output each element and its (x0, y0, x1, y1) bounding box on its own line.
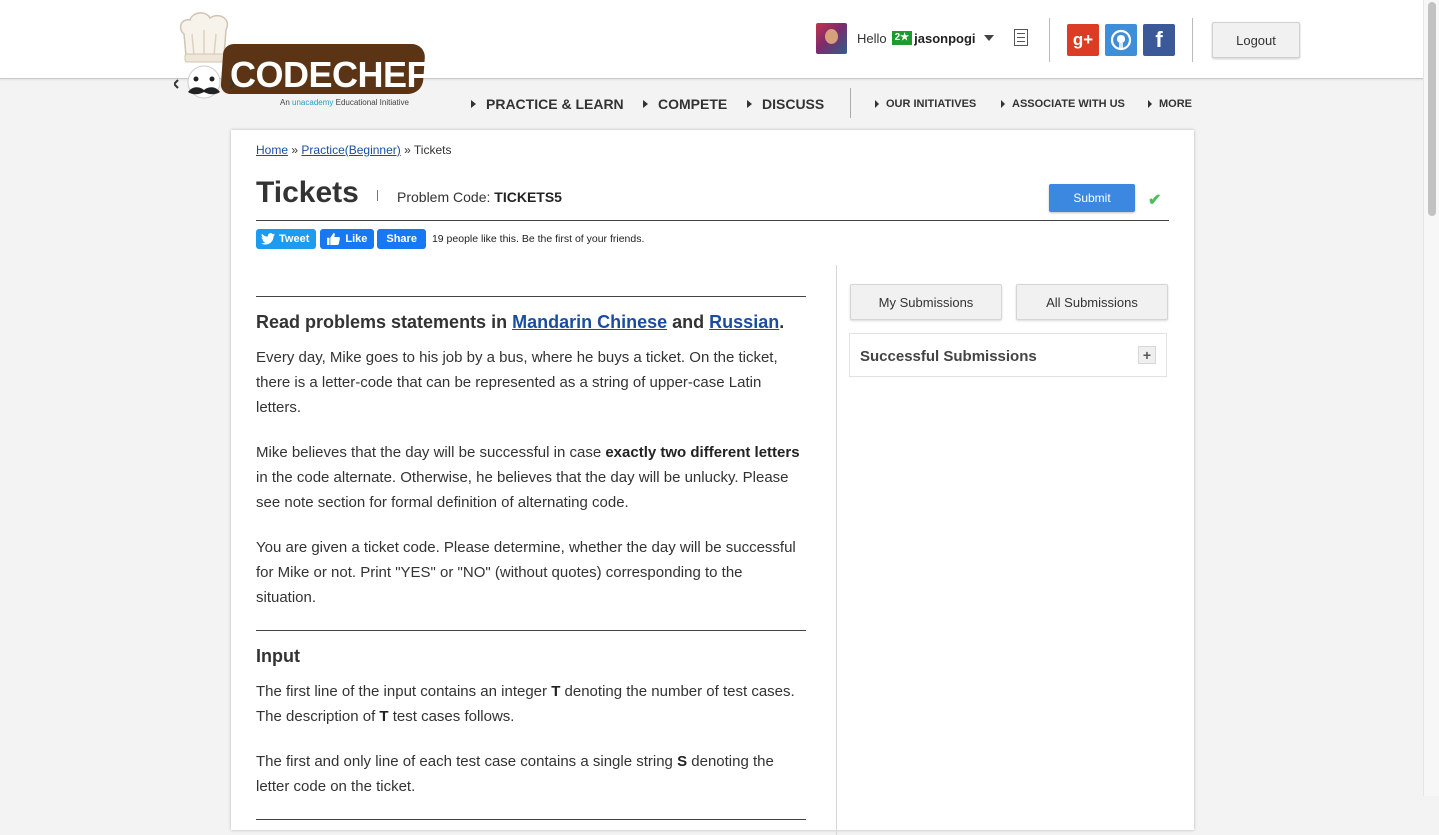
input-paragraph-1: The first line of the input contains an … (256, 679, 806, 729)
statement-paragraph-2: Mike believes that the day will be succe… (256, 440, 806, 515)
successful-submissions-panel[interactable]: Successful Submissions + (849, 333, 1167, 377)
input-paragraph-2: The first and only line of each test cas… (256, 749, 806, 799)
breadcrumb-separator: » (291, 143, 299, 157)
triangle-right-icon (747, 100, 752, 108)
nav-our-initiatives[interactable]: OUR INITIATIVES (875, 94, 976, 114)
page-title: Tickets (256, 176, 359, 209)
breadcrumb-practice[interactable]: Practice(Beginner) (301, 143, 400, 157)
bold-span: S (677, 753, 688, 770)
breadcrumb-home[interactable]: Home (256, 143, 288, 157)
nav-label: PRACTICE & LEARN (486, 96, 624, 112)
title-divider (377, 190, 378, 201)
triangle-right-icon (471, 100, 476, 108)
triangle-right-icon (1001, 100, 1005, 108)
section-rule (256, 630, 806, 631)
tagline-suffix: Educational Initiative (335, 98, 410, 107)
greeting-text: Hello (857, 30, 887, 46)
problem-code-value: TICKETS5 (494, 189, 562, 205)
twitter-bird-icon (261, 233, 275, 245)
nav-discuss[interactable]: DISCUSS (747, 94, 824, 114)
link-russian[interactable]: Russian (709, 312, 779, 332)
expand-plus-icon[interactable]: + (1138, 346, 1156, 364)
problem-card: Home » Practice(Beginner) » Tickets Tick… (231, 130, 1194, 835)
bold-span: exactly two different letters (605, 444, 800, 461)
section-rule (256, 819, 806, 820)
statement-paragraph-3: You are given a ticket code. Please dete… (256, 539, 796, 606)
statement-paragraph-1: Every day, Mike goes to his job by a bus… (256, 349, 778, 416)
nav-label: MORE (1159, 98, 1192, 110)
nav-associate-with-us[interactable]: ASSOCIATE WITH US (1001, 94, 1125, 114)
user-menu[interactable]: Hello 2★ jasonpogi (816, 22, 994, 54)
breadcrumb: Home » Practice(Beginner) » Tickets (256, 143, 451, 157)
facebook-icon[interactable]: f (1143, 24, 1175, 56)
read-prefix: Read problems statements in (256, 312, 508, 332)
notes-icon[interactable] (1014, 29, 1028, 46)
breadcrumb-separator: » (404, 143, 411, 157)
chef-face-icon (174, 65, 234, 99)
and-text: and (672, 312, 705, 332)
check-icon: ✔ (1148, 192, 1162, 209)
share-bar: Tweet Like Share 19 people like this. Be… (256, 229, 644, 249)
link-mandarin-chinese[interactable]: Mandarin Chinese (512, 312, 667, 332)
divider (1192, 18, 1193, 62)
tweet-label: Tweet (279, 233, 310, 245)
triangle-right-icon (1148, 100, 1152, 108)
like-count-text: 19 people like this. Be the first of you… (431, 233, 645, 245)
nav-label: OUR INITIATIVES (886, 98, 977, 110)
bold-span: T (551, 683, 561, 700)
triangle-right-icon (643, 100, 648, 108)
nav-more[interactable]: MORE (1148, 94, 1192, 114)
page-scrollbar[interactable] (1423, 0, 1439, 796)
nav-practice-learn[interactable]: PRACTICE & LEARN (471, 94, 624, 114)
section-rule (256, 296, 806, 297)
facebook-like-button[interactable]: Like (320, 229, 375, 249)
text-span: Mike believes that the day will be succe… (256, 444, 602, 461)
problem-code-label: Problem Code: (397, 189, 491, 205)
tweet-button[interactable]: Tweet (256, 229, 317, 249)
breadcrumb-current: Tickets (413, 143, 452, 157)
bold-span: T (379, 708, 389, 725)
divider (1049, 18, 1050, 62)
problem-code: Problem Code: TICKETS5 (397, 189, 562, 205)
chevron-down-icon[interactable] (983, 35, 994, 41)
rating-badge: 2★ (891, 31, 913, 45)
submit-button[interactable]: Submit (1049, 184, 1135, 212)
tagline-brand: unacademy (292, 98, 334, 107)
nav-divider (850, 88, 851, 118)
codechef-logo[interactable]: CODECHEF An unacademy Educational Initia… (172, 12, 432, 112)
username[interactable]: jasonpogi (914, 31, 975, 46)
github-icon[interactable] (1105, 24, 1137, 56)
nav-label: ASSOCIATE WITH US (1012, 98, 1125, 110)
title-rule (256, 220, 1169, 221)
text-span: The first and only line of each test cas… (256, 753, 673, 770)
logo-tagline: An unacademy Educational Initiative (280, 98, 409, 107)
language-links-heading: Read problems statements in Mandarin Chi… (256, 312, 806, 333)
scrollbar-thumb[interactable] (1428, 2, 1436, 216)
triangle-right-icon (875, 100, 879, 108)
nav-label: COMPETE (658, 96, 728, 112)
facebook-share-button[interactable]: Share (377, 229, 426, 249)
avatar[interactable] (816, 22, 847, 54)
all-submissions-button[interactable]: All Submissions (1016, 284, 1168, 320)
column-divider (836, 265, 837, 835)
thumbs-up-icon (327, 233, 341, 245)
my-submissions-button[interactable]: My Submissions (850, 284, 1002, 320)
nav-label: DISCUSS (762, 96, 825, 112)
text-span: test cases follows. (392, 708, 515, 725)
logout-button[interactable]: Logout (1212, 22, 1300, 58)
problem-statement: Read problems statements in Mandarin Chi… (256, 296, 806, 820)
text-span: The first line of the input contains an … (256, 683, 548, 700)
successful-submissions-title: Successful Submissions (860, 348, 1037, 365)
like-label: Like (345, 233, 368, 245)
logo-wordmark: CODECHEF (230, 54, 429, 95)
input-heading: Input (256, 646, 300, 666)
tagline-prefix: An (280, 98, 290, 107)
text-span: in the code alternate. Otherwise, he bel… (256, 469, 789, 511)
nav-compete[interactable]: COMPETE (643, 94, 727, 114)
google-plus-icon[interactable]: g+ (1067, 24, 1099, 56)
period: . (779, 312, 785, 332)
